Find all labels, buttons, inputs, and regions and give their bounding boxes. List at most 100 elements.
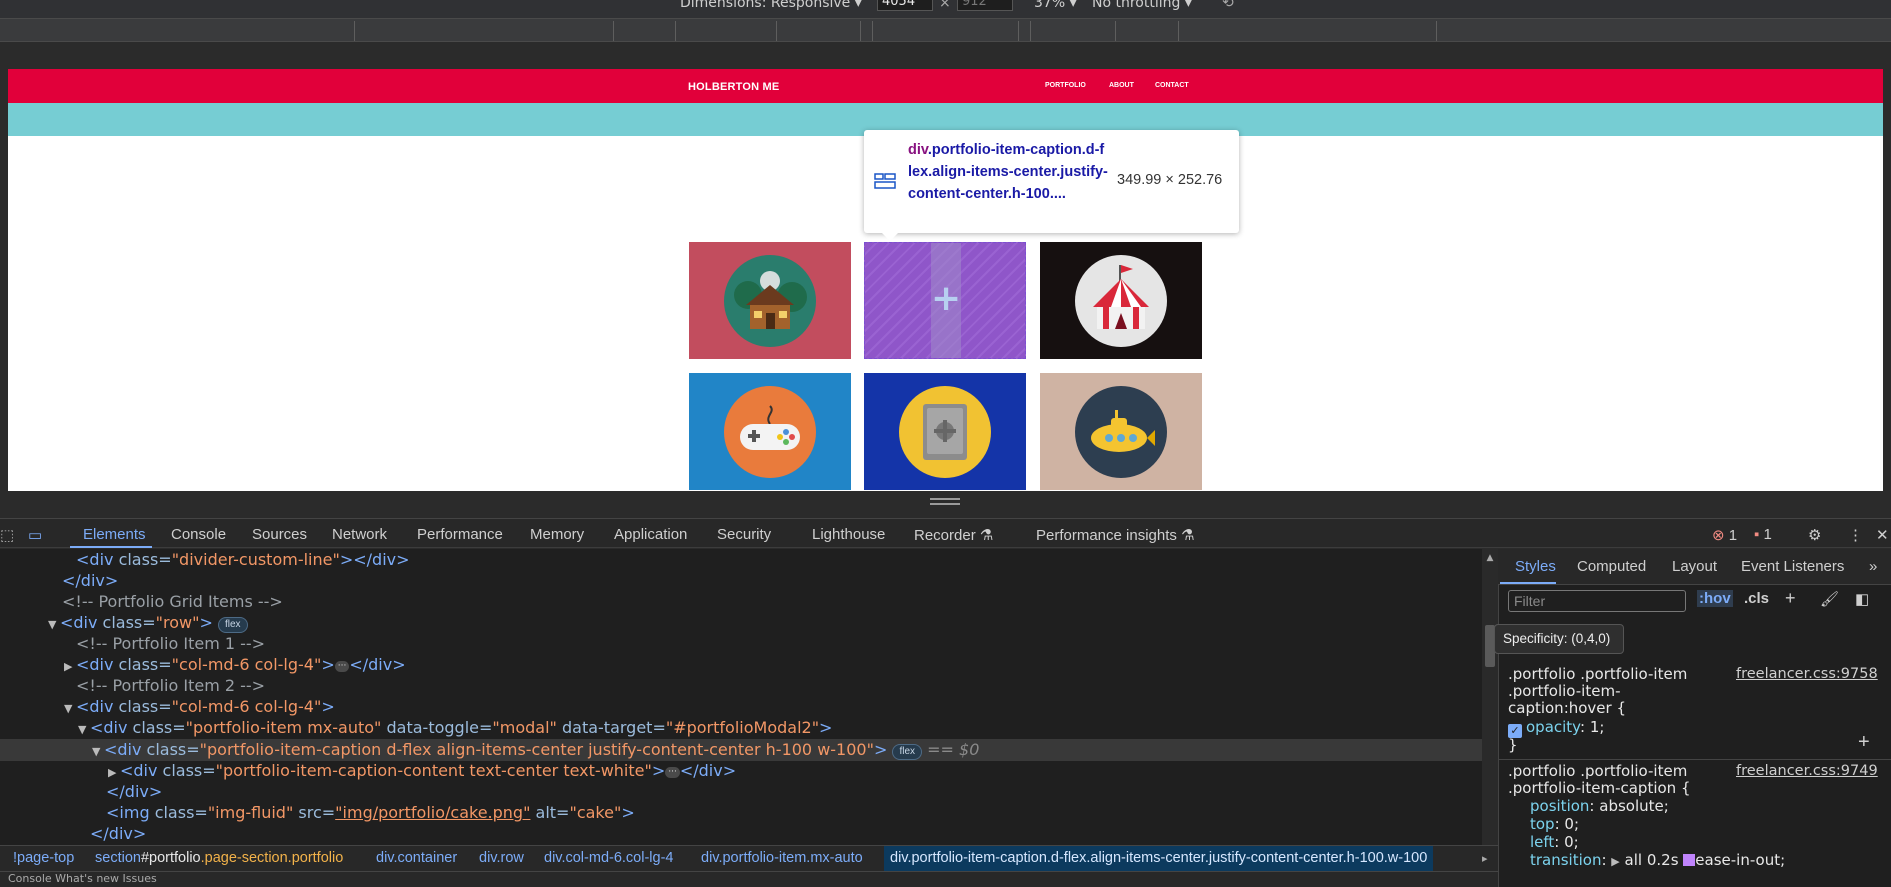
portfolio-item-game[interactable] — [689, 373, 851, 490]
tab-event-listeners[interactable]: Event Listeners — [1741, 558, 1844, 575]
error-count[interactable]: ⊗ 1 — [1712, 526, 1737, 544]
tab-security[interactable]: Security — [717, 526, 771, 543]
dom-node[interactable]: ▶ <div class="col-md-6 col-lg-4"> ··· </di… — [64, 654, 406, 675]
tab-memory[interactable]: Memory — [530, 526, 584, 543]
dom-node[interactable]: </div> — [90, 823, 146, 844]
dom-node[interactable]: ▼ <div class="row"> flex — [48, 612, 248, 633]
tab-performance[interactable]: Performance — [417, 526, 503, 543]
expand-arrow-icon[interactable]: ▶ — [108, 766, 120, 779]
rule-source-link[interactable]: freelancer.css:9749 — [1736, 763, 1878, 779]
rotate-icon[interactable]: ⟲ — [1222, 0, 1234, 11]
issue-icon: ▪ — [1754, 526, 1760, 543]
tab-recorder[interactable]: Recorder ⚗ — [914, 526, 993, 544]
close-icon[interactable]: ✕ — [1876, 526, 1889, 544]
new-rule-plus-icon[interactable]: + — [1785, 588, 1796, 609]
expand-arrow-icon[interactable]: ▶ — [1611, 855, 1619, 868]
collapse-arrow-icon[interactable]: ▼ — [92, 745, 104, 758]
portfolio-item-cabin[interactable] — [689, 242, 851, 359]
breadcrumb-item[interactable]: div.container — [376, 850, 457, 866]
hover-state-toggle[interactable]: :hov — [1697, 590, 1733, 607]
zoom-dropdown[interactable]: 37% ▾ — [1034, 0, 1077, 11]
dom-node-selected[interactable]: ▼ <div class="portfolio-item-caption d-f… — [92, 739, 979, 760]
easing-swatch-icon[interactable] — [1683, 854, 1696, 866]
breadcrumb-item[interactable]: div.row — [479, 850, 524, 866]
breadcrumb-item[interactable]: section#portfolio.page-section.portfolio — [95, 850, 343, 866]
rule-selector[interactable]: .portfolio-item- — [1508, 683, 1620, 700]
device-toolbar-icon[interactable]: ▭ — [28, 526, 42, 544]
dom-node[interactable]: ▼ <div class="portfolio-item mx-auto" da… — [78, 717, 832, 738]
dom-node[interactable]: ▶ <div class="portfolio-item-caption-con… — [108, 760, 736, 781]
throttling-dropdown[interactable]: No throttling ▾ — [1092, 0, 1192, 11]
breadcrumb-item[interactable]: div.col-md-6.col-lg-4 — [544, 850, 673, 866]
width-input[interactable]: 4054 — [877, 0, 933, 11]
nav-link-about[interactable]: ABOUT — [1109, 82, 1134, 89]
tab-elements[interactable]: Elements — [83, 526, 146, 543]
style-property[interactable]: ✓ opacity: 1; — [1508, 719, 1604, 738]
media-query-ruler[interactable] — [0, 18, 1891, 42]
rule-source-link[interactable]: freelancer.css:9758 — [1736, 666, 1878, 682]
dom-comment[interactable]: <!-- Portfolio Item 2 --> — [76, 675, 265, 696]
nav-link-contact[interactable]: CONTACT — [1155, 82, 1189, 89]
dom-node[interactable]: <img class="img-fluid" src="img/portfoli… — [106, 802, 635, 823]
flex-container-icon — [874, 172, 896, 194]
portfolio-item-cake-caption[interactable]: + — [864, 242, 1026, 359]
style-property[interactable]: left: 0; — [1530, 834, 1579, 851]
tab-application[interactable]: Application — [614, 526, 687, 543]
flex-badge[interactable]: flex — [217, 617, 248, 633]
tab-computed[interactable]: Computed — [1577, 558, 1646, 575]
portfolio-item-circus[interactable] — [1040, 242, 1202, 359]
rule-selector[interactable]: caption:hover { — [1508, 700, 1626, 717]
portfolio-item-submarine[interactable] — [1040, 373, 1202, 490]
add-property-plus-icon[interactable]: + — [1858, 731, 1870, 754]
style-property[interactable]: transition: ▶ all 0.2s ease-in-out; — [1530, 852, 1785, 870]
sidebar-toggle-icon[interactable]: ◧ — [1855, 590, 1869, 608]
rule-selector[interactable]: .portfolio .portfolio-item — [1508, 763, 1687, 780]
collapse-arrow-icon[interactable]: ▼ — [64, 702, 76, 715]
tab-lighthouse[interactable]: Lighthouse — [812, 526, 885, 543]
tab-styles[interactable]: Styles — [1515, 558, 1556, 575]
dom-node[interactable]: <div class="divider-custom-line"></div> — [76, 549, 410, 570]
dom-node[interactable]: </div> — [62, 570, 118, 591]
nav-link-portfolio[interactable]: PORTFOLIO — [1045, 82, 1086, 89]
tab-network[interactable]: Network — [332, 526, 387, 543]
tab-console[interactable]: Console — [171, 526, 226, 543]
more-options-icon[interactable]: ⋮ — [1848, 526, 1863, 544]
scroll-right-icon[interactable]: ▸ — [1482, 852, 1488, 865]
elements-scrollbar[interactable]: ▲ — [1482, 549, 1498, 845]
collapse-arrow-icon[interactable]: ▼ — [48, 618, 60, 631]
dom-comment[interactable]: <!-- Portfolio Grid Items --> — [62, 591, 283, 612]
rule-divider — [1498, 759, 1891, 760]
rule-selector[interactable]: .portfolio .portfolio-item — [1508, 666, 1687, 683]
ellipsis-icon[interactable]: ··· — [665, 767, 680, 778]
dimensions-dropdown[interactable]: Dimensions: Responsive ▾ — [680, 0, 862, 11]
dom-node[interactable]: </div> — [106, 781, 162, 802]
breadcrumb-item-active[interactable]: div.portfolio-item-caption.d-flex.align-… — [884, 846, 1434, 871]
ellipsis-icon[interactable]: ··· — [334, 661, 350, 672]
styles-filter-input[interactable]: Filter — [1508, 590, 1686, 612]
flex-badge[interactable]: flex — [892, 744, 923, 760]
viewport-resize-handle[interactable] — [930, 498, 960, 508]
collapse-arrow-icon[interactable]: ▼ — [78, 723, 90, 736]
breadcrumb-item[interactable]: !page-top — [13, 850, 74, 866]
active-tab-indicator — [70, 546, 152, 548]
dom-comment[interactable]: <!-- Portfolio Item 1 --> — [76, 633, 265, 654]
rule-selector[interactable]: .portfolio-item-caption { — [1508, 780, 1690, 797]
height-input[interactable]: 912 — [957, 0, 1013, 11]
dom-node[interactable]: ▼ <div class="col-md-6 col-lg-4"> — [64, 696, 335, 717]
style-property[interactable]: position: absolute; — [1530, 798, 1669, 815]
tab-sources[interactable]: Sources — [252, 526, 307, 543]
breadcrumb-item[interactable]: div.portfolio-item.mx-auto — [701, 850, 863, 866]
site-brand[interactable]: HOLBERTON ME — [688, 81, 779, 93]
tab-performance-insights[interactable]: Performance insights ⚗ — [1036, 526, 1195, 544]
expand-arrow-icon[interactable]: ▶ — [64, 660, 76, 673]
portfolio-item-safe[interactable] — [864, 373, 1026, 490]
tab-layout[interactable]: Layout — [1672, 558, 1717, 575]
warning-count[interactable]: ▪ 1 — [1754, 526, 1772, 543]
paint-brush-icon[interactable]: 🖌 — [1820, 590, 1839, 608]
style-property[interactable]: top: 0; — [1530, 816, 1579, 833]
inspect-element-icon[interactable]: ⬚ — [0, 526, 14, 544]
settings-gear-icon[interactable]: ⚙ — [1808, 526, 1821, 544]
more-tabs-icon[interactable]: » — [1869, 558, 1877, 575]
class-toggle[interactable]: .cls — [1744, 590, 1769, 607]
rule-close-brace: } — [1508, 736, 1518, 754]
